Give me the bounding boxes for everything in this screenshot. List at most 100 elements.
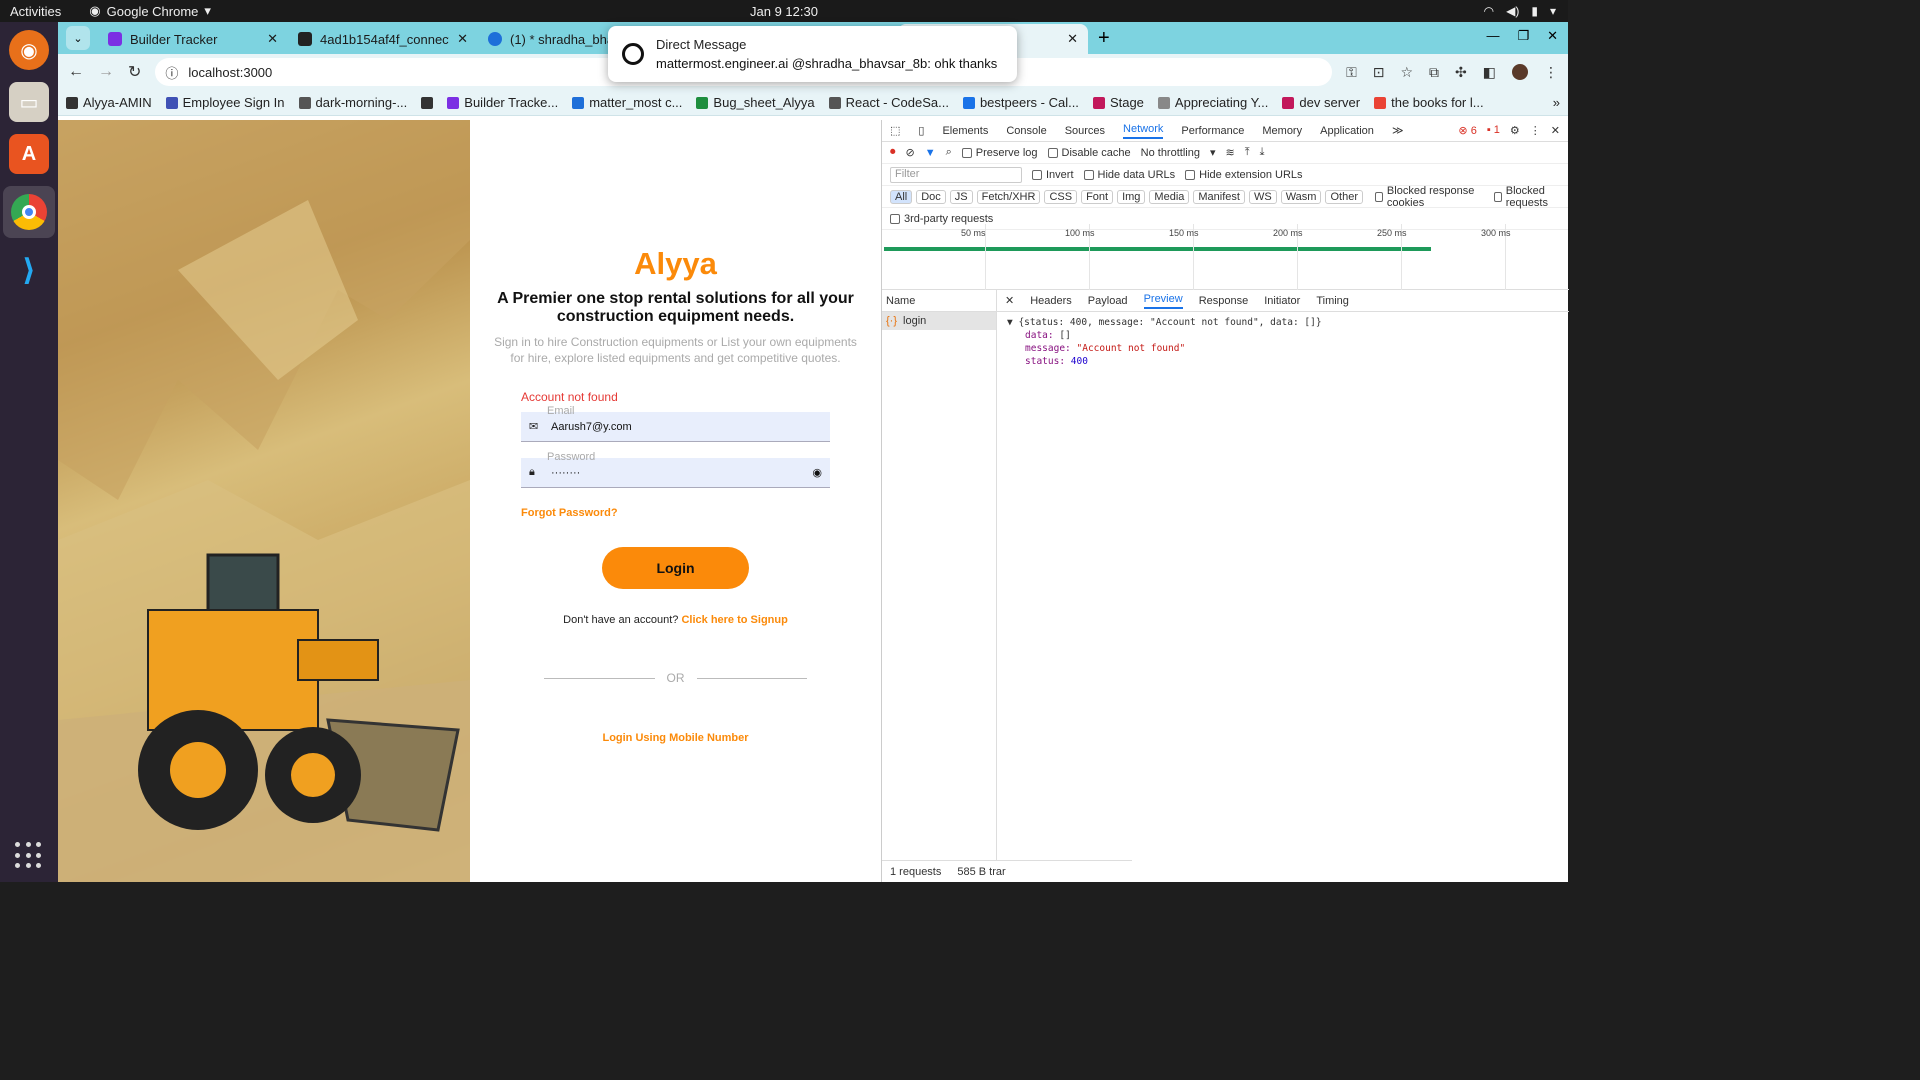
forward-icon[interactable]: →: [98, 63, 114, 81]
request-row[interactable]: {·} login: [882, 312, 996, 330]
bookmark-item[interactable]: React - CodeSa...: [828, 95, 949, 110]
export-icon[interactable]: ⤓: [1260, 146, 1265, 159]
invert-checkbox[interactable]: Invert: [1032, 169, 1074, 181]
devtools-tab[interactable]: Sources: [1065, 125, 1105, 137]
bookmark-item[interactable]: the books for l...: [1374, 95, 1484, 110]
name-column-header[interactable]: Name: [882, 290, 996, 312]
type-filter-pill[interactable]: All: [890, 189, 913, 204]
type-filter-pill[interactable]: WS: [1248, 189, 1277, 204]
chevron-down-icon[interactable]: ▾: [1210, 146, 1216, 159]
more-bookmarks-icon[interactable]: »: [1553, 95, 1560, 110]
mobile-login-link[interactable]: Login Using Mobile Number: [470, 732, 881, 744]
install-icon[interactable]: ⊡: [1373, 64, 1385, 81]
clear-icon[interactable]: ⊘: [906, 146, 915, 159]
star-icon[interactable]: ☆: [1400, 64, 1413, 81]
detail-tab[interactable]: Headers: [1030, 295, 1072, 307]
throttling-select[interactable]: No throttling: [1141, 147, 1200, 159]
devtools-tab[interactable]: Performance: [1181, 125, 1244, 137]
detail-tab[interactable]: Payload: [1088, 295, 1128, 307]
detail-tab[interactable]: Preview: [1143, 293, 1183, 309]
inspect-icon[interactable]: ⬚: [890, 124, 900, 137]
reload-icon[interactable]: ↻: [128, 62, 141, 82]
forgot-password-link[interactable]: Forgot Password?: [521, 507, 618, 519]
record-icon[interactable]: ⏺: [890, 146, 896, 159]
bookmark-item[interactable]: Stage: [1092, 95, 1144, 110]
back-icon[interactable]: ←: [68, 63, 84, 81]
network-timeline[interactable]: 50 ms 100 ms 150 ms 200 ms 250 ms 300 ms: [882, 224, 1569, 290]
type-filter-pill[interactable]: Fetch/XHR: [976, 189, 1041, 204]
type-filter-pill[interactable]: Wasm: [1280, 189, 1322, 204]
close-icon[interactable]: ✕: [457, 31, 468, 47]
bookmark-item[interactable]: matter_most c...: [572, 95, 682, 110]
hide-extension-urls-checkbox[interactable]: Hide extension URLs: [1185, 169, 1303, 181]
system-tray[interactable]: ◠ ◀) ▮ ▾: [1484, 4, 1556, 18]
issue-icon[interactable]: ▪ 1: [1487, 124, 1500, 137]
import-icon[interactable]: ⤒: [1245, 146, 1250, 159]
activities-button[interactable]: Activities: [0, 4, 71, 19]
type-filter-pill[interactable]: Media: [1149, 189, 1190, 204]
type-filter-pill[interactable]: Img: [1117, 189, 1146, 204]
password-field[interactable]: Password 🔒︎ ········ ◉: [521, 451, 830, 488]
key-icon[interactable]: ⚿: [1346, 64, 1357, 81]
notification-popup[interactable]: Direct Message mattermost.engineer.ai @s…: [608, 26, 1017, 82]
type-filter-pill[interactable]: JS: [949, 189, 973, 204]
close-window-icon[interactable]: ✕: [1547, 28, 1558, 44]
files-icon[interactable]: ▭: [9, 82, 49, 122]
hide-data-urls-checkbox[interactable]: Hide data URLs: [1083, 169, 1175, 181]
disable-cache-checkbox[interactable]: Disable cache: [1047, 147, 1131, 159]
bookmark-item[interactable]: bestpeers - Cal...: [962, 95, 1079, 110]
detail-tab[interactable]: Response: [1199, 295, 1249, 307]
side-panel-icon[interactable]: ◧: [1483, 64, 1496, 81]
devtools-tab[interactable]: Network: [1123, 123, 1164, 139]
clock[interactable]: Jan 9 12:30: [750, 4, 818, 19]
avatar[interactable]: [1512, 63, 1528, 80]
login-button[interactable]: Login: [602, 547, 749, 589]
site-info-icon[interactable]: ⓘ: [165, 63, 178, 82]
bookmark-item[interactable]: Bug_sheet_Alyya: [696, 95, 815, 110]
tab-connection[interactable]: 4ad1b154af4f_connectio ✕: [288, 24, 478, 54]
more-icon[interactable]: ⋮: [1544, 64, 1558, 81]
devtools-tab[interactable]: Application: [1320, 125, 1374, 137]
device-toolbar-icon[interactable]: ▯: [918, 124, 924, 137]
type-filter-pill[interactable]: Manifest: [1193, 189, 1245, 204]
new-tab-icon[interactable]: +: [1098, 27, 1110, 50]
bookmark-item[interactable]: dark-morning-...: [298, 95, 407, 110]
filter-icon[interactable]: ▼: [925, 147, 936, 159]
devtools-tab[interactable]: Memory: [1262, 125, 1302, 137]
signup-link[interactable]: Click here to Signup: [681, 614, 787, 626]
detail-tab[interactable]: Initiator: [1264, 295, 1300, 307]
bookmark-item[interactable]: Alyya-AMIN: [66, 95, 152, 110]
bookmark-item[interactable]: dev server: [1282, 95, 1360, 110]
type-filter-pill[interactable]: Doc: [916, 189, 946, 204]
eye-slash-icon[interactable]: ◉: [812, 466, 822, 479]
blocked-requests-checkbox[interactable]: Blocked requests: [1493, 185, 1568, 209]
error-icon[interactable]: ⊗ 6: [1458, 124, 1476, 137]
show-apps-icon[interactable]: [15, 842, 43, 870]
preserve-log-checkbox[interactable]: Preserve log: [961, 147, 1038, 159]
settings-icon[interactable]: ⚙: [1510, 124, 1520, 137]
third-party-checkbox[interactable]: 3rd-party requests: [890, 213, 993, 225]
bookmark-item[interactable]: [421, 96, 434, 109]
close-icon[interactable]: ✕: [267, 31, 278, 47]
search-icon[interactable]: ⌕: [946, 146, 952, 159]
tab-builder-tracker[interactable]: Builder Tracker ✕: [98, 24, 288, 54]
type-filter-pill[interactable]: Other: [1325, 189, 1363, 204]
vscode-icon[interactable]: ⟩: [9, 250, 49, 290]
puzzle-icon[interactable]: ✣: [1455, 64, 1467, 81]
minimize-icon[interactable]: —: [1486, 28, 1499, 44]
chrome-dock-icon[interactable]: [3, 186, 55, 238]
extension-icon[interactable]: ⧉: [1429, 64, 1439, 81]
bookmark-item[interactable]: Employee Sign In: [165, 95, 285, 110]
firefox-icon[interactable]: ◉: [9, 30, 49, 70]
bookmark-item[interactable]: Builder Tracke...: [447, 95, 558, 110]
maximize-icon[interactable]: ❐: [1517, 28, 1529, 44]
blocked-cookies-checkbox[interactable]: Blocked response cookies: [1374, 185, 1482, 209]
filter-input[interactable]: Filter: [890, 166, 1022, 183]
close-icon[interactable]: ✕: [1067, 31, 1078, 47]
tab-search-icon[interactable]: ⌄: [66, 26, 90, 50]
devtools-tab[interactable]: Elements: [942, 125, 988, 137]
more-tabs-icon[interactable]: ≫: [1392, 124, 1404, 137]
close-detail-icon[interactable]: ✕: [1005, 294, 1014, 307]
bookmark-item[interactable]: Appreciating Y...: [1157, 95, 1268, 110]
network-conditions-icon[interactable]: ≋: [1225, 146, 1234, 159]
